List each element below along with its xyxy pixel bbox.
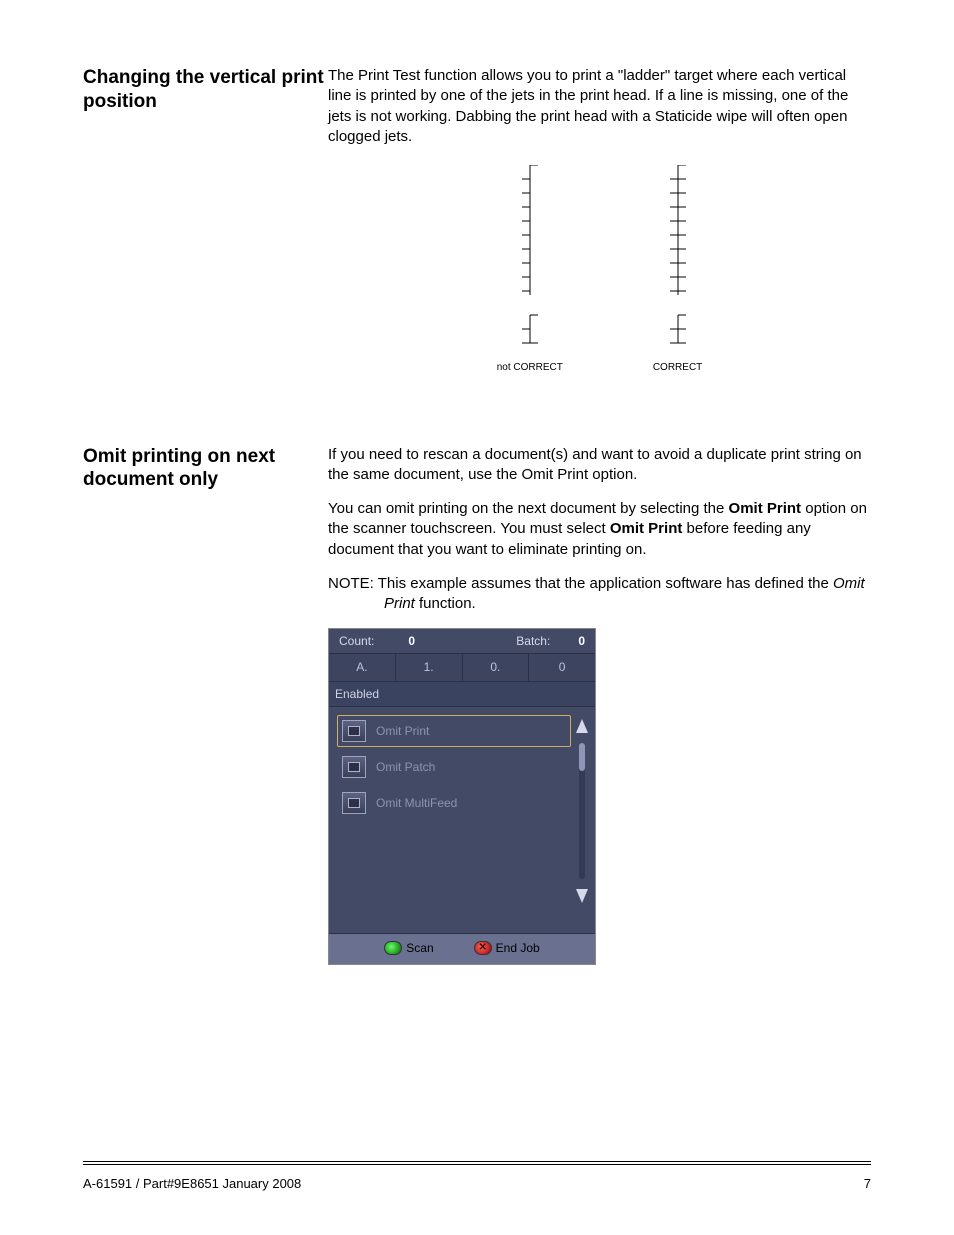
tab-1[interactable]: 1. — [396, 654, 463, 680]
paragraph: The Print Test function allows you to pr… — [328, 66, 871, 147]
ladder-correct-label: CORRECT — [653, 361, 702, 375]
text: function. — [415, 595, 476, 612]
page-number: 7 — [864, 1176, 871, 1191]
page-footer: A-61591 / Part#9E8651 January 2008 7 — [83, 1176, 871, 1191]
red-x-icon: ✕ — [474, 941, 492, 955]
scroll-up-button[interactable] — [573, 715, 591, 737]
touchscreen-bottom-bar: Scan ✕ End Job — [329, 933, 595, 964]
ladder-diagram: not CORRECT — [328, 165, 871, 375]
paragraph: You can omit printing on the next docume… — [328, 499, 871, 560]
checkbox-icon[interactable] — [342, 792, 366, 814]
green-dot-icon — [384, 941, 402, 955]
checkbox-icon[interactable] — [342, 720, 366, 742]
tab-a[interactable]: A. — [329, 654, 396, 680]
chevron-down-icon — [574, 887, 590, 905]
checkbox-icon[interactable] — [342, 756, 366, 778]
footer-rule — [83, 1161, 871, 1165]
ladder-not-correct: not CORRECT — [497, 165, 563, 375]
ladder-correct: CORRECT — [653, 165, 702, 375]
heading-col: Omit printing on next document only — [83, 445, 328, 966]
touchscreen: Count: 0 Batch: 0 A. 1. 0. 0 Enabled Om — [328, 628, 596, 965]
touchscreen-wrap: Count: 0 Batch: 0 A. 1. 0. 0 Enabled Om — [328, 628, 871, 965]
section-heading: Changing the vertical print position — [83, 66, 328, 114]
scroll-track[interactable] — [579, 743, 585, 879]
scan-button[interactable]: Scan — [384, 940, 433, 956]
text: You can omit printing on the next docume… — [328, 500, 729, 517]
list-item-omit-multifeed[interactable]: Omit MultiFeed — [337, 787, 571, 819]
list-item-label: Omit Print — [376, 723, 429, 739]
scroll-down-button[interactable] — [573, 885, 591, 907]
count-label: Count: — [339, 633, 374, 649]
ladder-correct-svg — [658, 165, 698, 355]
end-job-button[interactable]: ✕ End Job — [474, 940, 540, 956]
list-item-label: Omit MultiFeed — [376, 795, 457, 811]
body-col: If you need to rescan a document(s) and … — [328, 445, 871, 966]
body-col: The Print Test function allows you to pr… — [328, 66, 871, 415]
end-job-label: End Job — [496, 940, 540, 956]
heading-col: Changing the vertical print position — [83, 66, 328, 415]
batch-value: 0 — [578, 633, 585, 649]
touchscreen-tabs: A. 1. 0. 0 — [329, 653, 595, 681]
list-item-label: Omit Patch — [376, 759, 435, 775]
list-item-omit-print[interactable]: Omit Print — [337, 715, 571, 747]
touchscreen-list: Omit Print Omit Patch Omit MultiFeed — [329, 707, 595, 933]
touchscreen-top-bar: Count: 0 Batch: 0 — [329, 629, 595, 653]
batch-label: Batch: — [516, 633, 550, 649]
bold-text: Omit Print — [729, 500, 802, 517]
chevron-up-icon — [574, 717, 590, 735]
tab-0[interactable]: 0. — [463, 654, 530, 680]
text: NOTE: This example assumes that the appl… — [328, 575, 833, 592]
section-changing-vertical: Changing the vertical print position The… — [83, 66, 871, 415]
scroll-thumb[interactable] — [579, 743, 585, 771]
ladder-not-correct-svg — [510, 165, 550, 355]
scan-label: Scan — [406, 940, 433, 956]
bold-text: Omit Print — [610, 520, 683, 537]
footer-left: A-61591 / Part#9E8651 January 2008 — [83, 1176, 301, 1191]
paragraph: If you need to rescan a document(s) and … — [328, 445, 871, 486]
section-omit-printing: Omit printing on next document only If y… — [83, 445, 871, 966]
note: NOTE: This example assumes that the appl… — [328, 574, 871, 615]
ladder-not-correct-label: not CORRECT — [497, 361, 563, 375]
enabled-label: Enabled — [329, 682, 595, 707]
list-item-omit-patch[interactable]: Omit Patch — [337, 751, 571, 783]
section-heading: Omit printing on next document only — [83, 445, 328, 493]
tab-0b[interactable]: 0 — [529, 654, 595, 680]
count-value: 0 — [408, 633, 415, 649]
